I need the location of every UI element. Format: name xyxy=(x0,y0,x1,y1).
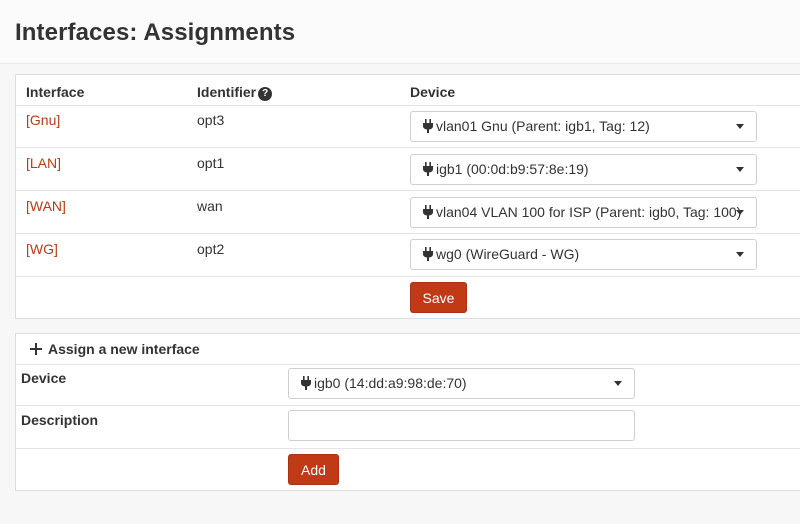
page-header: Interfaces: Assignments xyxy=(0,0,800,64)
description-input[interactable] xyxy=(288,410,635,441)
interface-link-wan[interactable]: [WAN] xyxy=(26,198,66,214)
device-select-gnu[interactable]: vlan01 Gnu (Parent: igb1, Tag: 12) xyxy=(410,111,757,142)
row-divider xyxy=(16,233,800,234)
plus-icon xyxy=(30,343,42,355)
column-header-device: Device xyxy=(410,84,456,100)
identifier-gnu: opt3 xyxy=(197,112,225,128)
save-button[interactable]: Save xyxy=(410,282,467,313)
assignments-panel: Interface Identifier? Device [Gnu] opt3 … xyxy=(15,74,800,319)
new-interface-title: Assign a new interface xyxy=(48,341,200,357)
new-device-select[interactable]: igb0 (14:dd:a9:98:de:70) xyxy=(288,368,635,399)
identifier-lan: opt1 xyxy=(197,155,225,171)
caret-down-icon xyxy=(736,167,744,172)
column-header-interface: Interface xyxy=(26,84,85,100)
caret-down-icon xyxy=(736,252,744,257)
plug-icon xyxy=(301,376,311,390)
plug-icon xyxy=(423,119,433,133)
add-button[interactable]: Add xyxy=(288,454,339,485)
interface-link-gnu[interactable]: [Gnu] xyxy=(26,112,60,128)
row-divider xyxy=(16,364,800,365)
device-select-lan[interactable]: igb1 (00:0d:b9:57:8e:19) xyxy=(410,154,757,185)
row-divider xyxy=(16,105,800,106)
description-label: Description xyxy=(21,412,99,428)
question-circle-icon[interactable]: ? xyxy=(258,87,273,101)
device-select-value: vlan04 VLAN 100 for ISP (Parent: igb0, T… xyxy=(436,204,742,220)
caret-down-icon xyxy=(614,381,622,386)
caret-down-icon xyxy=(736,124,744,129)
interface-link-lan[interactable]: [LAN] xyxy=(26,155,61,171)
row-divider xyxy=(16,448,800,449)
device-label: Device xyxy=(21,370,67,386)
device-select-wg[interactable]: wg0 (WireGuard - WG) xyxy=(410,239,757,270)
row-divider xyxy=(16,190,800,191)
column-header-identifier: Identifier? xyxy=(197,84,273,101)
plug-icon xyxy=(423,247,433,261)
caret-down-icon xyxy=(736,210,744,215)
page-title: Interfaces: Assignments xyxy=(15,19,296,46)
identifier-wan: wan xyxy=(197,198,223,214)
device-select-value: igb1 (00:0d:b9:57:8e:19) xyxy=(436,161,589,177)
plug-icon xyxy=(423,162,433,176)
row-divider xyxy=(16,147,800,148)
new-interface-panel: Assign a new interface Device igb0 (14:d… xyxy=(15,333,800,491)
row-divider xyxy=(16,405,800,406)
device-select-value: wg0 (WireGuard - WG) xyxy=(436,246,580,262)
device-select-value: vlan01 Gnu (Parent: igb1, Tag: 12) xyxy=(436,118,650,134)
column-header-identifier-label: Identifier xyxy=(197,84,257,100)
new-device-value: igb0 (14:dd:a9:98:de:70) xyxy=(314,375,467,391)
plug-icon xyxy=(423,205,433,219)
identifier-wg: opt2 xyxy=(197,241,225,257)
device-select-wan[interactable]: vlan04 VLAN 100 for ISP (Parent: igb0, T… xyxy=(410,197,757,228)
interface-link-wg[interactable]: [WG] xyxy=(26,241,58,257)
row-divider xyxy=(16,276,800,277)
